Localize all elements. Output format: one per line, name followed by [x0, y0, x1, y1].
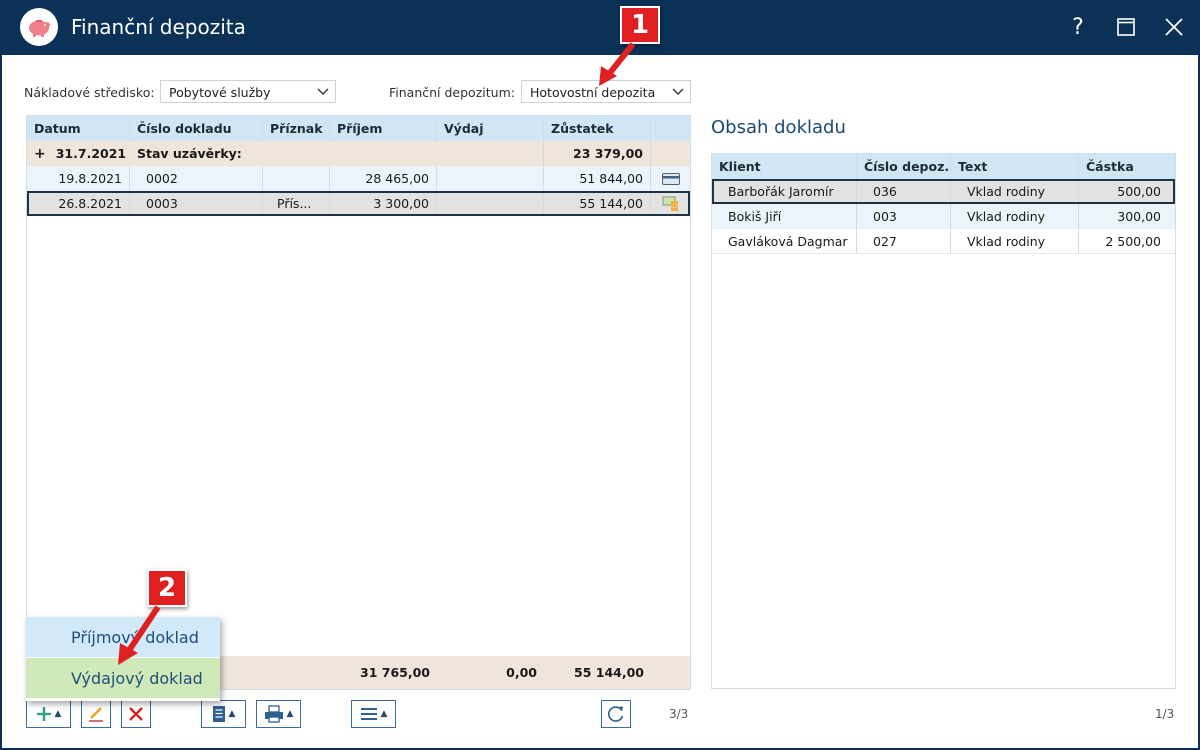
group-row[interactable]: + 31.7.2021 Stav uzávěrky: 23 379,00	[27, 141, 690, 166]
row-number: 036	[857, 179, 951, 204]
group-label: Stav uzávěrky:	[137, 146, 242, 161]
row-doc-number: 0003	[130, 191, 263, 216]
right-pager: 1/3	[1155, 707, 1175, 721]
expand-icon[interactable]: +	[34, 146, 46, 162]
row-client: Gavláková Dagmar	[712, 229, 857, 253]
delete-icon	[129, 707, 143, 721]
row-expense	[437, 166, 544, 191]
row-number: 003	[857, 204, 951, 229]
help-button[interactable]: ?	[1063, 12, 1093, 42]
document-content-grid: Klient Číslo depoz... Text Částka Barboř…	[711, 153, 1176, 689]
row-text: Vklad rodiny	[951, 204, 1079, 229]
row-amount: 300,00	[1117, 209, 1161, 224]
column-header-text[interactable]: Text	[951, 154, 1079, 179]
table-row[interactable]: Gavláková Dagmar 027 Vklad rodiny 2 500,…	[712, 229, 1175, 254]
column-header-deposit-number[interactable]: Číslo depoz...	[857, 154, 951, 179]
plus-icon	[36, 707, 51, 721]
cost-center-label: Nákladové středisko:	[24, 85, 155, 100]
column-header-balance[interactable]: Zůstatek	[544, 116, 651, 141]
table-row[interactable]: Bokiš Jiří 003 Vklad rodiny 300,00	[712, 204, 1175, 229]
window-content: Nákladové středisko: Pobytové služby Fin…	[2, 55, 1198, 748]
callout-badge-2: 2	[147, 569, 187, 607]
grid-header: Datum Číslo dokladu Příznak Příjem Výdaj…	[27, 116, 690, 141]
refresh-icon	[608, 706, 624, 722]
callout-arrow-2	[118, 605, 161, 665]
edit-button[interactable]	[81, 700, 111, 728]
column-header-amount[interactable]: Částka	[1079, 154, 1175, 179]
delete-button[interactable]	[121, 700, 151, 728]
caret-up-icon: ▲	[228, 709, 236, 719]
row-text: Vklad rodiny	[951, 229, 1079, 253]
caret-up-icon: ▲	[380, 709, 388, 719]
column-header-icon	[651, 116, 690, 141]
total-income: 31 765,00	[360, 665, 430, 680]
column-header-expense[interactable]: Výdaj	[437, 116, 544, 141]
chevron-down-icon	[672, 88, 684, 95]
row-flag: Přís...	[263, 191, 330, 216]
column-header-income[interactable]: Příjem	[330, 116, 437, 141]
row-doc-number: 0002	[130, 166, 263, 191]
column-header-flag[interactable]: Příznak	[263, 116, 330, 141]
piggy-bank-icon	[20, 8, 58, 46]
close-button[interactable]	[1159, 12, 1189, 42]
group-date-cell: + 31.7.2021	[27, 141, 130, 166]
group-balance: 23 379,00	[544, 141, 651, 166]
table-row-selected[interactable]: Barbořák Jaromír 036 Vklad rodiny 500,00	[712, 179, 1175, 204]
row-balance: 51 844,00	[544, 166, 651, 191]
hamburger-menu-icon	[360, 708, 377, 720]
total-balance: 55 144,00	[574, 665, 644, 680]
document-button[interactable]: ▲	[201, 700, 246, 728]
row-number: 027	[857, 229, 951, 253]
callout-arrow-1	[599, 42, 636, 86]
column-header-doc-number[interactable]: Číslo dokladu	[130, 116, 263, 141]
row-text: Vklad rodiny	[951, 179, 1079, 204]
cash-icon	[651, 191, 690, 216]
callout-badge-1: 1	[620, 6, 660, 44]
row-date: 26.8.2021	[27, 191, 130, 216]
document-content-title: Obsah dokladu	[711, 117, 846, 138]
pencil-icon	[89, 707, 103, 722]
print-button[interactable]: ▲	[256, 700, 301, 728]
printer-icon	[264, 705, 283, 723]
window-title: Finanční depozita	[71, 15, 246, 39]
row-expense	[437, 191, 544, 216]
document-icon	[212, 706, 225, 722]
caret-up-icon: ▲	[286, 709, 294, 719]
add-button[interactable]: ▲	[26, 700, 71, 728]
grid-header: Klient Číslo depoz... Text Částka	[712, 154, 1175, 179]
row-date: 19.8.2021	[27, 166, 130, 191]
chevron-down-icon	[317, 88, 329, 95]
row-client: Barbořák Jaromír	[712, 179, 857, 204]
close-icon	[1165, 18, 1183, 36]
maximize-button[interactable]	[1111, 12, 1141, 42]
card-icon	[651, 166, 690, 191]
row-amount: 500,00	[1117, 184, 1161, 199]
row-income: 3 300,00	[330, 191, 437, 216]
cost-center-select[interactable]: Pobytové služby	[160, 80, 336, 103]
menu-button[interactable]: ▲	[351, 700, 396, 728]
row-amount: 2 500,00	[1105, 233, 1161, 249]
maximize-icon	[1117, 18, 1135, 36]
row-balance: 55 144,00	[544, 191, 651, 216]
table-row-selected[interactable]: 26.8.2021 0003 Přís... 3 300,00 55 144,0…	[27, 191, 690, 216]
left-pager: 3/3	[669, 707, 689, 721]
column-header-date[interactable]: Datum	[27, 116, 130, 141]
table-row[interactable]: 19.8.2021 0002 28 465,00 51 844,00	[27, 166, 690, 191]
refresh-button[interactable]	[601, 700, 631, 728]
cost-center-value: Pobytové služby	[169, 85, 271, 100]
group-date: 31.7.2021	[55, 146, 127, 161]
column-header-client[interactable]: Klient	[712, 154, 857, 179]
row-flag	[263, 166, 330, 191]
total-expense: 0,00	[506, 665, 537, 680]
row-client: Bokiš Jiří	[712, 204, 857, 229]
caret-up-icon: ▲	[54, 709, 62, 719]
deposit-label: Finanční depozitum:	[389, 85, 515, 100]
row-income: 28 465,00	[330, 166, 437, 191]
